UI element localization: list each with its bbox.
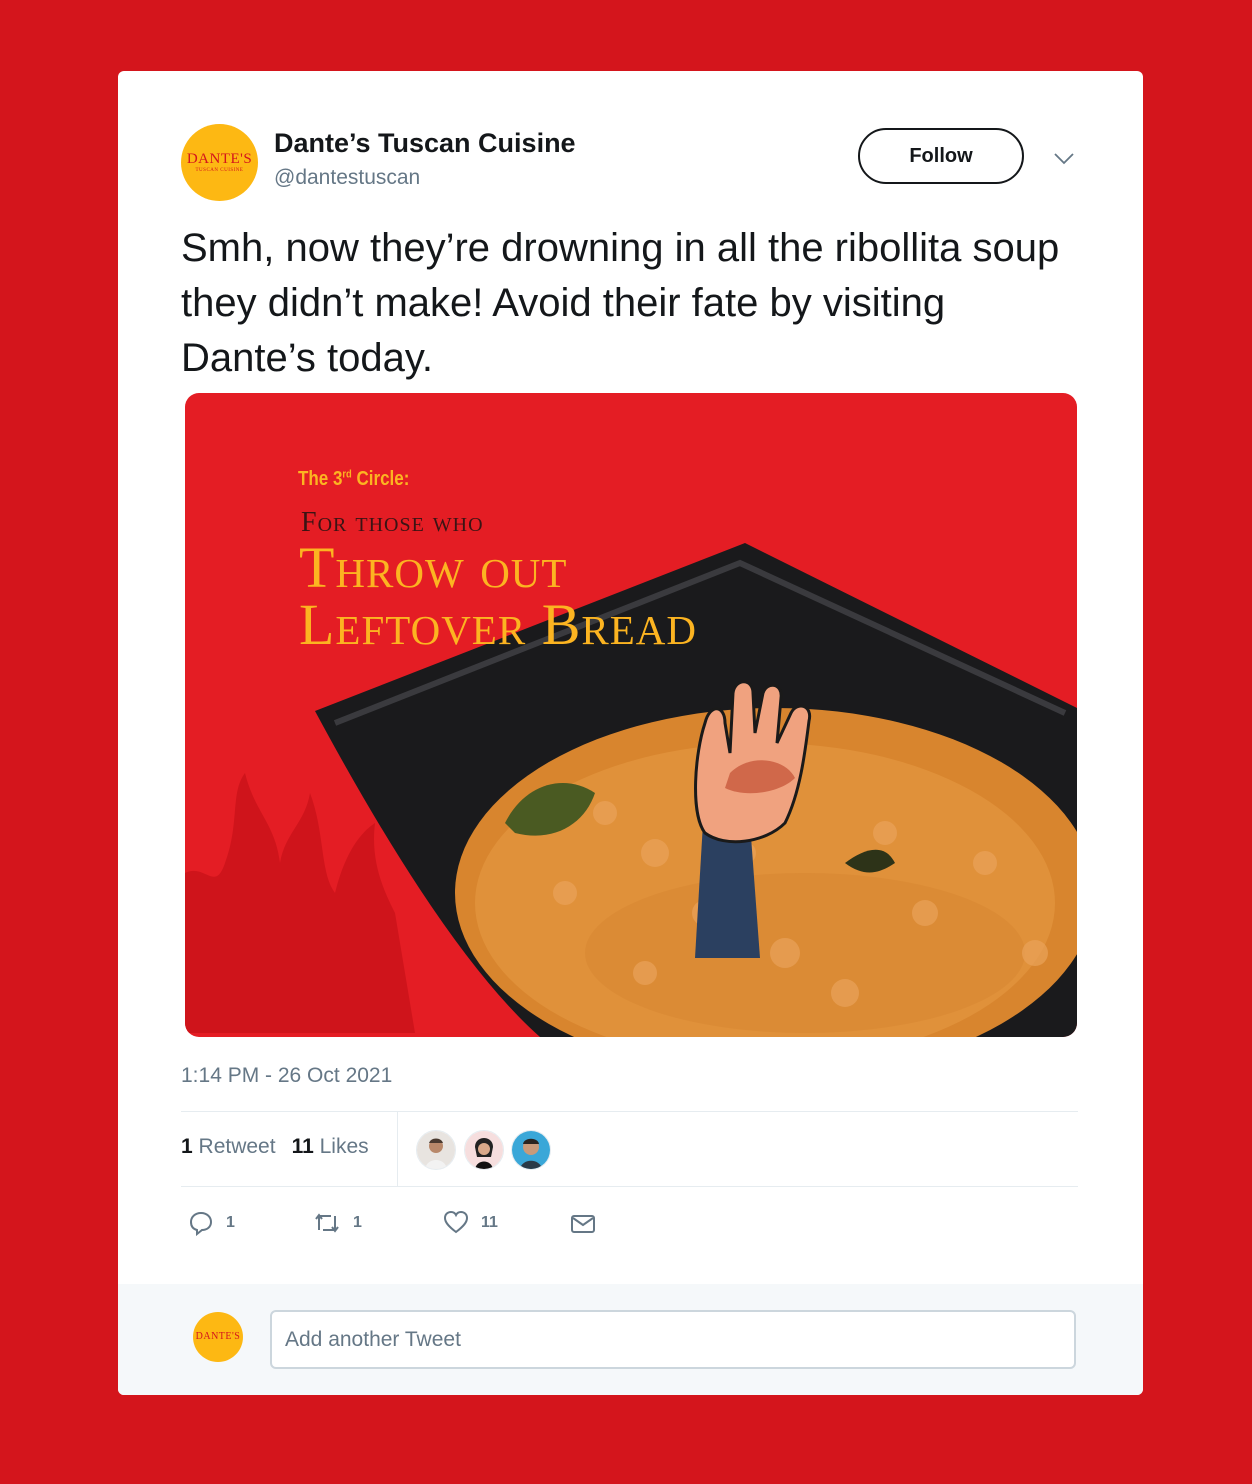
reply-input[interactable]: Add another Tweet	[270, 1310, 1076, 1369]
engagement-stats: 1 Retweet 11 Likes	[181, 1135, 369, 1159]
image-title: Throw out Leftover Bread	[299, 535, 697, 657]
retweet-icon	[315, 1213, 339, 1233]
stats-divider	[397, 1111, 398, 1186]
reply-icon	[189, 1211, 213, 1236]
avatar-logo: DANTE'S	[195, 1331, 241, 1342]
liker-avatar[interactable]	[416, 1130, 456, 1170]
divider	[181, 1111, 1078, 1112]
follow-button[interactable]: Follow	[858, 128, 1024, 184]
tweet-image[interactable]: The 3rd Circle: For those who Throw out …	[185, 393, 1077, 1037]
chevron-down-icon[interactable]	[1052, 146, 1076, 170]
avatar-logo: DANTE'S TUSCAN CUISINE	[186, 151, 253, 174]
reply-action[interactable]: 1	[188, 1210, 235, 1236]
account-handle[interactable]: @dantestuscan	[274, 166, 420, 190]
likes-stat[interactable]: 11 Likes	[292, 1135, 369, 1158]
retweet-action[interactable]: 1	[313, 1210, 362, 1236]
liker-avatar[interactable]	[511, 1130, 551, 1170]
tweet-timestamp[interactable]: 1:14 PM - 26 Oct 2021	[181, 1064, 392, 1088]
liker-avatar[interactable]	[464, 1130, 504, 1170]
reply-area: DANTE'S Add another Tweet	[118, 1284, 1143, 1395]
like-action[interactable]: 11	[443, 1210, 498, 1236]
tweet-card: DANTE'S TUSCAN CUISINE Dante’s Tuscan Cu…	[118, 71, 1143, 1395]
heart-icon	[443, 1210, 469, 1234]
envelope-icon	[571, 1215, 595, 1233]
account-name[interactable]: Dante’s Tuscan Cuisine	[274, 128, 576, 159]
dm-action[interactable]	[570, 1213, 596, 1235]
account-avatar[interactable]: DANTE'S TUSCAN CUISINE	[181, 124, 258, 201]
image-circle-label: The 3rd Circle:	[298, 468, 410, 490]
retweet-stat[interactable]: 1 Retweet	[181, 1135, 276, 1158]
reply-avatar: DANTE'S	[193, 1312, 243, 1362]
tweet-text: Smh, now they’re drowning in all the rib…	[181, 226, 1060, 380]
divider	[181, 1186, 1078, 1187]
